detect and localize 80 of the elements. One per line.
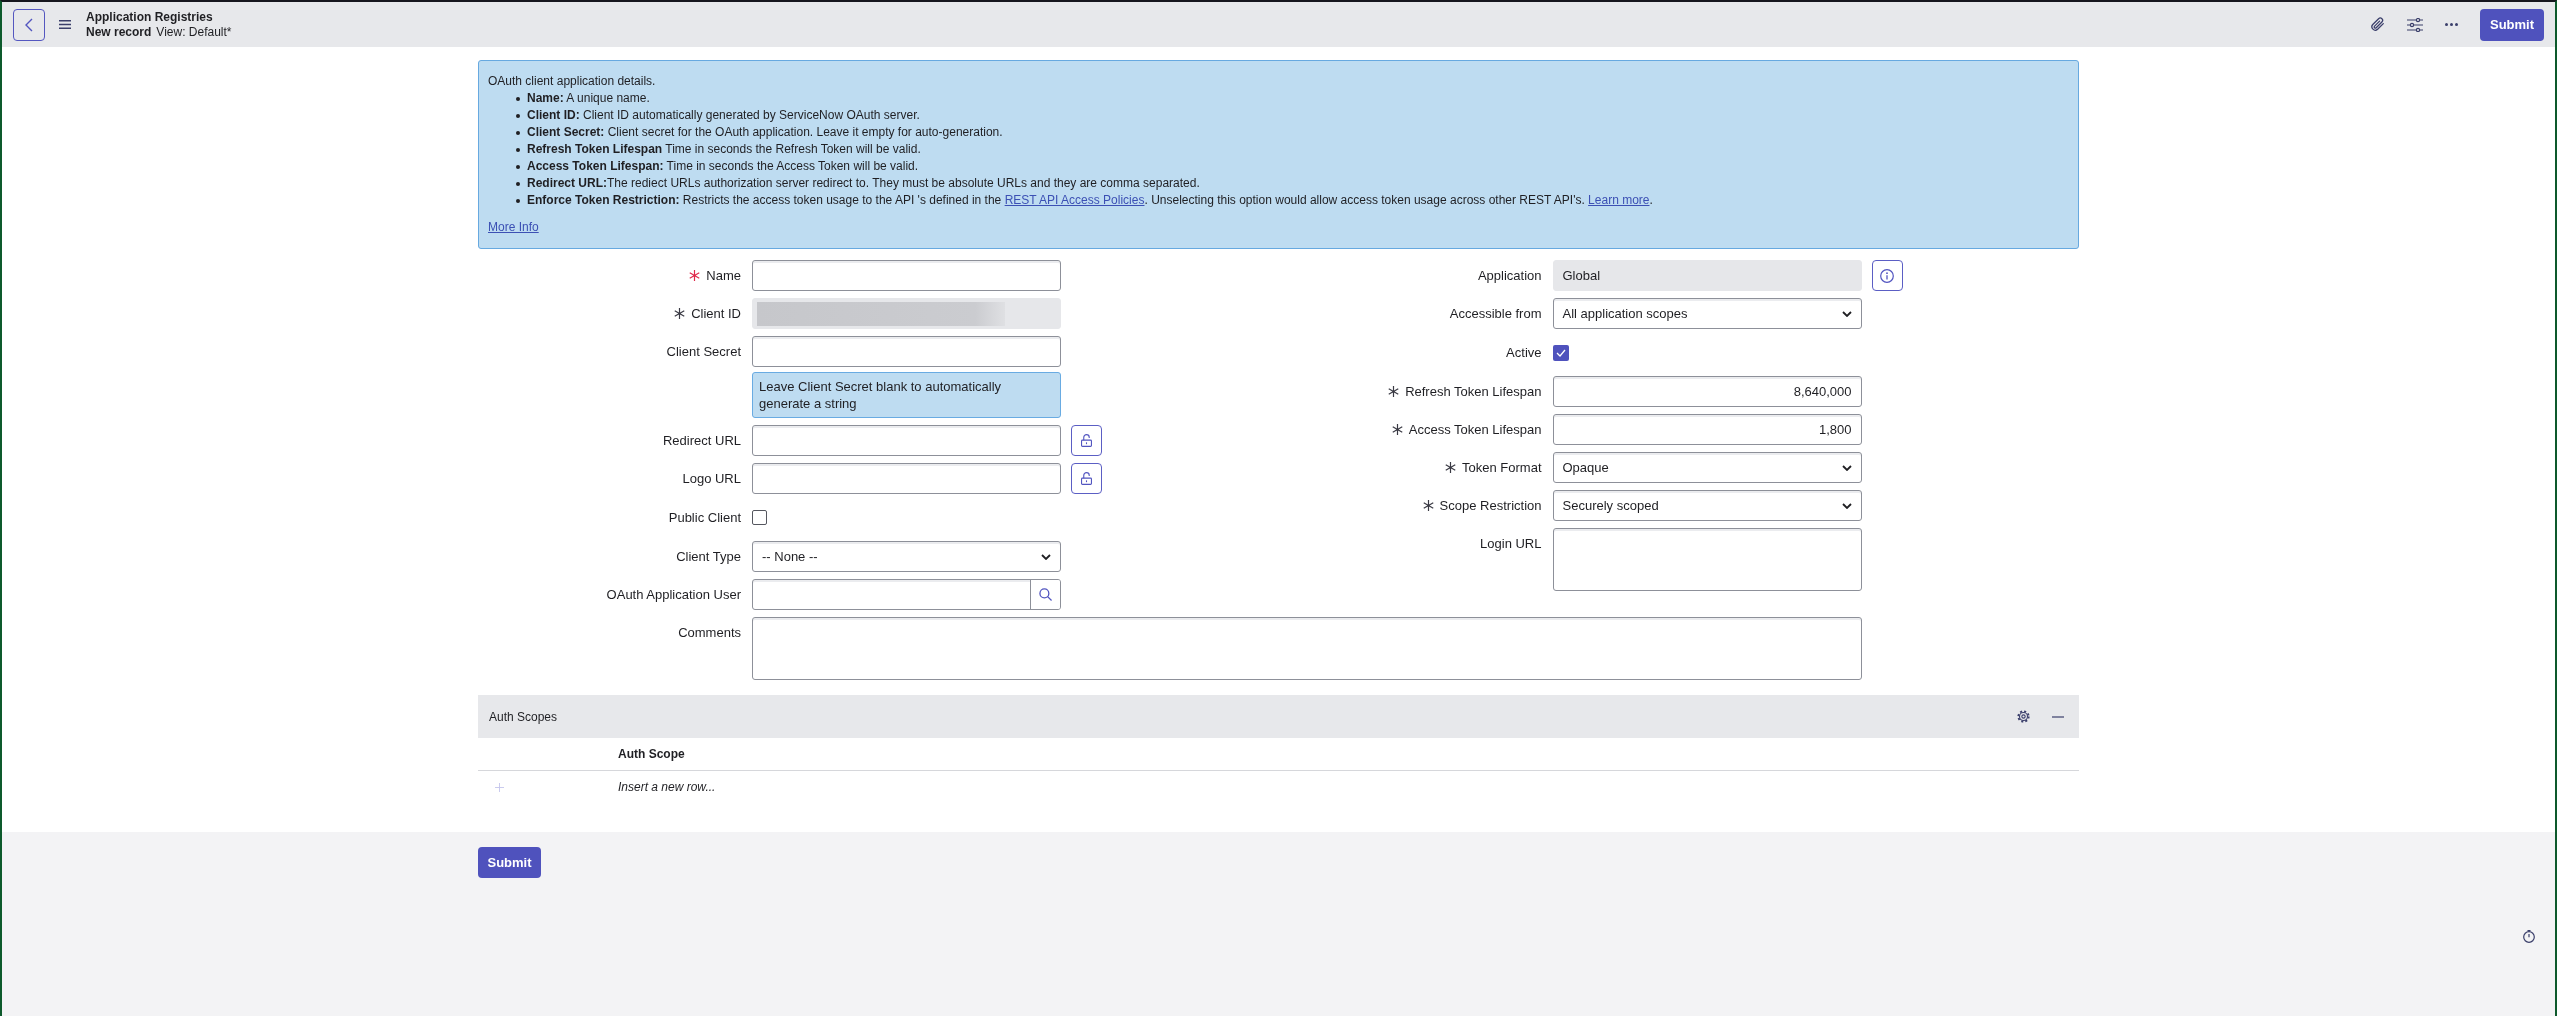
field-label: Active xyxy=(1506,345,1542,360)
info-item-text: Enforce Token Restriction: Restricts the access token usage to the API 's defined in the REST API Access Policies. Unselecting this option would allow access token usage across other REST API's. Learn more. xyxy=(527,192,1653,209)
chevron-left-icon xyxy=(25,17,33,32)
field-label: Token Format xyxy=(1462,460,1542,475)
info-button[interactable] xyxy=(1871,260,1903,291)
submit-button[interactable]: Submit xyxy=(2480,8,2544,41)
lock-button[interactable] xyxy=(1071,463,1102,494)
info-item-text: Refresh Token Lifespan Time in seconds the Refresh Token will be valid. xyxy=(527,141,921,158)
text-field[interactable] xyxy=(752,425,1061,456)
bullet-icon xyxy=(516,113,520,118)
column-header[interactable]: Auth Scope xyxy=(618,747,685,761)
field-label: Accessible from xyxy=(1449,306,1542,321)
search-button[interactable] xyxy=(1030,580,1060,609)
padlock-icon xyxy=(1081,434,1092,447)
chevron-down-icon xyxy=(1841,502,1852,509)
info-item-text: Access Token Lifespan: Time in seconds the Access Token will be valid. xyxy=(527,158,919,175)
field-label: OAuth Application User xyxy=(606,587,741,602)
reference-field[interactable] xyxy=(752,579,1061,610)
field-label: Refresh Token Lifespan xyxy=(1405,384,1542,399)
text-field[interactable] xyxy=(752,336,1061,367)
field-label: Client ID xyxy=(691,306,741,321)
info-item-text: Redirect URL:The rediect URLs authorization server redirect to. They must be absolute URLs and they are comma separated. xyxy=(527,175,1200,192)
field-label: Client Secret xyxy=(666,344,741,359)
field-label: Access Token Lifespan xyxy=(1408,422,1542,437)
stopwatch-icon[interactable] xyxy=(2523,930,2535,943)
info-icon xyxy=(1880,268,1894,283)
bullet-icon xyxy=(516,147,520,152)
bullet-icon xyxy=(516,96,520,101)
bullet-icon xyxy=(516,181,520,186)
bullet-icon xyxy=(516,130,520,135)
back-button[interactable] xyxy=(13,8,45,41)
checkmark-icon xyxy=(1555,348,1566,357)
bullet-icon xyxy=(516,198,520,203)
insert-row-link[interactable]: Insert a new row... xyxy=(618,780,716,794)
more-icon[interactable] xyxy=(2445,23,2458,26)
checkbox[interactable] xyxy=(752,510,767,525)
menu-icon[interactable] xyxy=(59,20,71,29)
info-item-text: Name: A unique name. xyxy=(527,90,650,107)
settings-icon[interactable] xyxy=(2017,710,2030,723)
paperclip-icon[interactable] xyxy=(2371,17,2385,32)
readonly-field: Global xyxy=(1552,260,1862,291)
text-area[interactable] xyxy=(1552,528,1862,591)
info-item-text: Client Secret: Client secret for the OAuth application. Leave it empty for auto-generation. xyxy=(527,124,1003,141)
field-label: Public Client xyxy=(668,510,741,525)
sliders-icon[interactable] xyxy=(2407,17,2423,32)
record-label: New record xyxy=(86,24,152,39)
more-info-link[interactable]: More Info xyxy=(488,219,539,236)
page-title: Application Registries xyxy=(86,9,214,25)
field-label: Scope Restriction xyxy=(1439,498,1542,513)
field-label: Logo URL xyxy=(682,471,741,486)
text-field[interactable] xyxy=(752,260,1061,291)
info-intro: OAuth client application details. xyxy=(488,73,657,90)
padlock-icon xyxy=(1081,472,1092,485)
dropdown[interactable]: Opaque xyxy=(1552,452,1862,483)
related-list-title: Auth Scopes xyxy=(489,709,558,724)
chevron-down-icon xyxy=(1841,464,1852,471)
field-label: Login URL xyxy=(1480,536,1542,551)
chevron-down-icon xyxy=(1041,553,1051,560)
number-field[interactable]: 8,640,000 xyxy=(1552,376,1862,407)
dropdown[interactable]: All application scopes xyxy=(1552,298,1862,329)
search-icon xyxy=(1039,588,1052,601)
field-label: Client Type xyxy=(676,549,741,564)
view-label: View: Default* xyxy=(156,24,232,39)
field-label: Name xyxy=(706,268,741,283)
text-area[interactable] xyxy=(752,617,1862,680)
checkbox[interactable] xyxy=(1552,344,1569,361)
field-hint: Leave Client Secret blank to automatically generate a string xyxy=(752,372,1061,418)
collapse-icon[interactable] xyxy=(2052,715,2064,718)
dropdown[interactable]: -- None -- xyxy=(752,541,1061,572)
info-item-text: Client ID: Client ID automatically generated by ServiceNow OAuth server. xyxy=(527,107,920,124)
text-field[interactable] xyxy=(752,463,1061,494)
field-label: Application xyxy=(1477,268,1542,283)
field-label: Comments xyxy=(678,625,741,640)
number-field[interactable]: 1,800 xyxy=(1552,414,1862,445)
submit-button[interactable]: Submit xyxy=(478,847,541,878)
dropdown[interactable]: Securely scoped xyxy=(1552,490,1862,521)
field-label: Redirect URL xyxy=(662,433,741,448)
bullet-icon xyxy=(516,164,520,169)
chevron-down-icon xyxy=(1841,310,1852,317)
lock-button[interactable] xyxy=(1071,425,1102,456)
